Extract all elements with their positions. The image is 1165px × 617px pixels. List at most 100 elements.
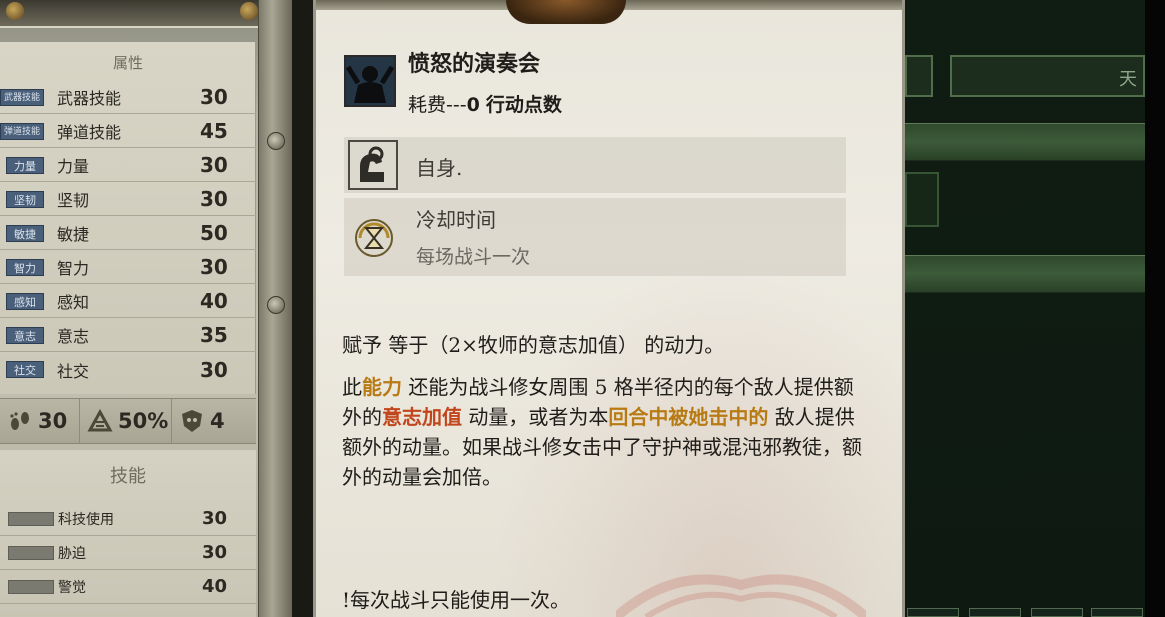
derived-stats-bar: 30 50% 4 [0, 398, 256, 444]
skill-value: 40 [202, 576, 228, 597]
attr-name: 感知 [57, 293, 90, 312]
attr-row-strength[interactable]: 力量 力量 30 [0, 149, 256, 182]
armor-value: 4 [210, 409, 225, 433]
footsteps-icon [10, 412, 29, 430]
frame-bolt [267, 296, 285, 314]
keyword-willpower-bonus[interactable]: 意志加值 [382, 405, 462, 429]
bottom-slot[interactable] [907, 608, 959, 617]
attr-row-intelligence[interactable]: 智力 智力 30 [0, 251, 256, 284]
skill-row-tech-use[interactable]: 科技使用 30 [0, 502, 256, 536]
attr-value: 40 [200, 289, 228, 313]
cooldown-title: 冷却时间 [416, 208, 496, 232]
right-panel: 天 [905, 0, 1165, 617]
armor-skull-icon [182, 410, 202, 432]
screaming-figure-icon [344, 55, 396, 107]
target-row: 自身. [344, 137, 846, 193]
attr-row-ballistic-skill[interactable]: 弹道技能 弹道技能 45 [0, 115, 256, 148]
armor-stat[interactable]: 4 [172, 398, 256, 444]
ability-tooltip: 愤怒的演奏会 耗费---0 行动点数 自身. 冷却时间 每场战斗一次 赋予 等于… [313, 0, 905, 617]
bottom-slot[interactable] [1091, 608, 1143, 617]
attr-tag: 力量 [6, 156, 44, 174]
attr-tag: 意志 [6, 326, 44, 344]
skill-tag [8, 579, 54, 594]
cooldown-value: 每场战斗一次 [416, 246, 531, 268]
attr-name: 弹道技能 [57, 123, 122, 142]
dodge-value: 50% [118, 409, 169, 433]
attr-row-toughness[interactable]: 坚韧 坚韧 30 [0, 183, 256, 216]
attr-name: 社交 [57, 361, 90, 381]
desc-text: 此 [342, 375, 362, 399]
attr-row-agility[interactable]: 敏捷 敏捷 50 [0, 217, 256, 250]
skill-row-awareness[interactable]: 警觉 40 [0, 570, 256, 604]
cost-value: 0 [466, 94, 480, 116]
ability-description: 赋予 等于（2×牧师的意志加值） 的动力。 [342, 333, 725, 357]
attr-name: 智力 [57, 259, 90, 278]
hourglass-icon [355, 219, 393, 257]
cooldown-row: 冷却时间 每场战斗一次 [344, 198, 846, 276]
skill-name: 警觉 [58, 579, 86, 596]
attr-name: 力量 [57, 157, 90, 176]
skill-name: 胁迫 [58, 545, 86, 562]
attr-tag: 感知 [6, 292, 44, 310]
target-text: 自身. [416, 156, 463, 180]
top-ornament [0, 0, 290, 28]
attr-row-willpower[interactable]: 意志 意志 35 [0, 319, 256, 352]
right-header-box[interactable]: 天 [950, 55, 1145, 97]
dodge-icon [87, 408, 113, 432]
skill-value: 30 [202, 542, 228, 563]
eagle-watermark-icon [616, 574, 866, 617]
desc-text: 动量，或者为本 [462, 405, 609, 429]
attr-row-perception[interactable]: 感知 感知 40 [0, 285, 256, 318]
cost-suffix: 行动点数 [485, 94, 562, 116]
attr-value: 30 [200, 187, 228, 211]
attr-tag: 社交 [6, 361, 44, 378]
attr-name: 意志 [57, 327, 90, 346]
attr-value: 30 [200, 153, 228, 177]
skill-value: 30 [202, 508, 228, 529]
skill-name: 科技使用 [58, 511, 114, 528]
attr-value: 30 [200, 85, 228, 109]
skull-emblem-icon [506, 0, 626, 24]
attr-value: 35 [200, 323, 228, 347]
keyword-hit-this-turn[interactable]: 回合中被她击中的 [608, 405, 768, 429]
ability-title: 愤怒的演奏会 [408, 52, 541, 77]
skill-tag [8, 545, 54, 560]
right-band [905, 255, 1145, 293]
ornament-rivet [6, 2, 24, 20]
attr-name: 武器技能 [57, 89, 122, 108]
skill-row-coercion[interactable]: 胁迫 30 [0, 536, 256, 570]
right-side-slot[interactable] [905, 172, 939, 227]
skills-panel: 技能 科技使用 30 胁迫 30 警觉 40 [0, 450, 256, 617]
movement-value: 30 [38, 409, 68, 433]
attr-row-fellowship[interactable]: 社交 社交 30 [0, 353, 256, 386]
bottom-slot[interactable] [1031, 608, 1083, 617]
movement-stat[interactable]: 30 [0, 398, 80, 444]
panel-frame [258, 0, 292, 617]
usage-note: !每次战斗只能使用一次。 [342, 588, 571, 612]
attr-value: 50 [200, 221, 228, 245]
keyword-ability[interactable]: 能力 [362, 375, 402, 399]
frame-bolt [267, 132, 285, 150]
attr-tag: 敏捷 [6, 224, 44, 242]
ability-cost: 耗费---0 行动点数 [408, 90, 562, 117]
right-band [905, 123, 1145, 161]
attributes-panel: 属性 武器技能 武器技能 30 弹道技能 弹道技能 45 力量 力量 30 坚韧… [0, 42, 256, 394]
character-sheet-panel: 属性 武器技能 武器技能 30 弹道技能 弹道技能 45 力量 力量 30 坚韧… [0, 0, 290, 617]
attr-value: 45 [200, 119, 228, 143]
attr-name: 敏捷 [57, 225, 90, 244]
skills-title: 技能 [110, 466, 146, 487]
attr-row-weapon-skill[interactable]: 武器技能 武器技能 30 [0, 81, 256, 114]
cost-prefix: 耗费--- [408, 94, 467, 116]
attr-value: 30 [200, 255, 228, 279]
attr-tag: 弹道技能 [0, 122, 44, 140]
right-small-box[interactable] [905, 55, 933, 97]
ornament-rivet [240, 2, 258, 20]
bottom-slot[interactable] [969, 608, 1021, 617]
skill-tag [8, 511, 54, 526]
dodge-stat[interactable]: 50% [80, 398, 172, 444]
attr-name: 坚韧 [57, 191, 90, 210]
right-header-text: 天 [1119, 69, 1137, 90]
scrollbar[interactable] [1145, 0, 1165, 617]
ability-description-extended: 此能力 还能为战斗修女周围 5 格半径内的每个敌人提供额外的意志加值 动量，或者… [342, 372, 867, 492]
flexed-arm-icon [348, 140, 398, 190]
